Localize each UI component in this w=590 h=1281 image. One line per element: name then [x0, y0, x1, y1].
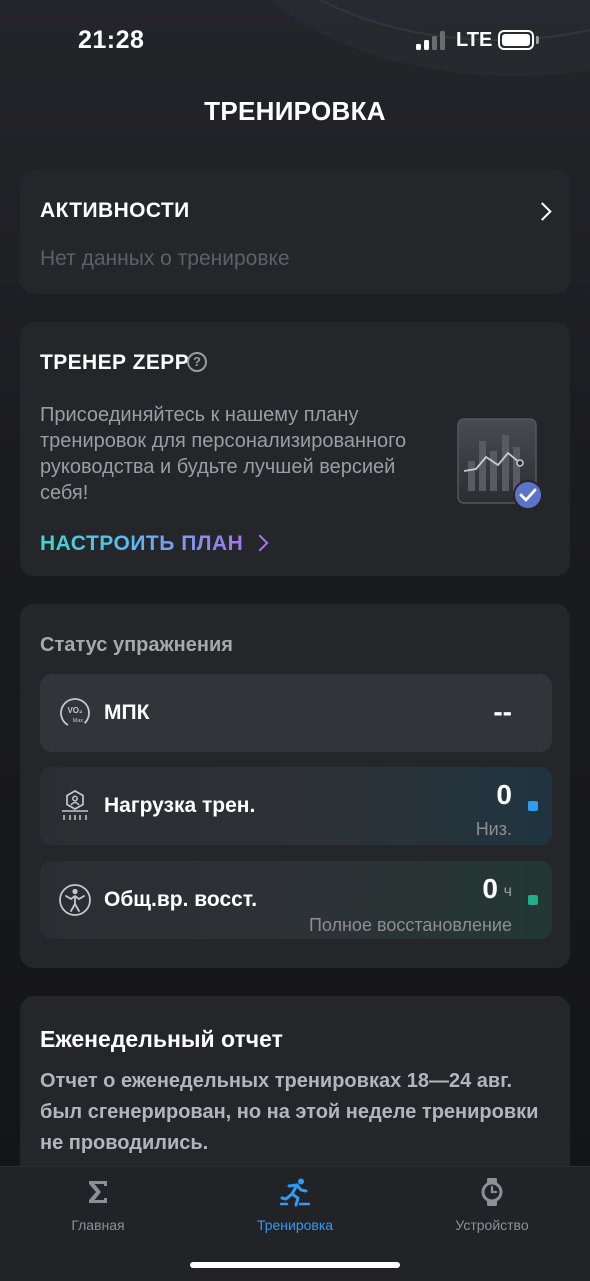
page-title: ТРЕНИРОВКА	[204, 96, 386, 126]
training-load-label: Нагрузка трен.	[104, 794, 256, 817]
activities-title: АКТИВНОСТИ	[40, 199, 190, 222]
activities-card[interactable]: АКТИВНОСТИ Нет данных о тренировке	[20, 170, 570, 294]
training-load-row[interactable]: Нагрузка трен. 0 Низ.	[40, 767, 552, 845]
weekly-report-title: Еженедельный отчет	[40, 1026, 283, 1052]
training-load-icon	[62, 790, 88, 820]
coach-card: ТРЕНЕР ZEPP ? Присоединяйтесь к нашему п…	[20, 322, 570, 576]
exercise-status-card: Статус упражнения VO₂ Max МПК -- Нагрузк…	[20, 604, 570, 968]
battery-icon	[498, 30, 534, 50]
svg-text:VO₂: VO₂	[67, 706, 83, 715]
exercise-status-title: Статус упражнения	[40, 634, 233, 656]
battery-cap	[536, 36, 539, 44]
tab-workout[interactable]: Тренировка	[197, 1167, 393, 1247]
training-load-value: 0	[496, 779, 512, 810]
activities-empty-text: Нет данных о тренировке	[40, 247, 290, 270]
tab-workout-label: Тренировка	[256, 1217, 334, 1233]
recovery-time-row[interactable]: Общ.вр. восст. 0 ч Полное восстановление	[40, 861, 552, 939]
training-load-level: Низ.	[475, 819, 512, 839]
coach-title: ТРЕНЕР ZEPP	[40, 351, 190, 374]
tab-device-label: Устройство	[455, 1217, 529, 1233]
setup-plan-button[interactable]: НАСТРОИТЬ ПЛАН	[40, 532, 269, 556]
recovery-time-label: Общ.вр. восст.	[104, 888, 258, 911]
chevron-right-icon	[533, 202, 552, 221]
vo2max-row[interactable]: VO₂ Max МПК --	[40, 674, 552, 752]
tab-device[interactable]: Устройство	[394, 1167, 590, 1247]
recovery-icon	[59, 884, 91, 916]
help-icon[interactable]: ?	[187, 352, 207, 372]
sigma-icon	[89, 1181, 107, 1203]
training-load-indicator	[528, 801, 538, 811]
network-type: LTE	[456, 29, 493, 51]
recovery-status-text: Полное восстановление	[308, 915, 512, 935]
training-plan-illustration-icon	[457, 418, 543, 509]
vo2max-value: --	[493, 696, 512, 727]
recovery-time-unit: ч	[503, 883, 512, 900]
chevron-right-icon	[251, 534, 269, 552]
recovery-indicator	[528, 895, 538, 905]
setup-plan-label: НАСТРОИТЬ ПЛАН	[40, 532, 244, 555]
signal-icon	[416, 31, 448, 50]
svg-text:Max: Max	[73, 718, 84, 724]
vo2max-label: МПК	[104, 701, 150, 724]
tab-home-label: Главная	[71, 1217, 125, 1233]
vo2max-icon: VO₂ Max	[60, 698, 90, 728]
home-indicator[interactable]	[190, 1262, 400, 1268]
weekly-report-text: Отчет о еженедельных тренировках 18—24 а…	[40, 1070, 539, 1154]
status-time: 21:28	[78, 26, 145, 54]
coach-description: Присоединяйтесь к нашему плану тренирово…	[40, 404, 407, 504]
recovery-time-value: 0	[482, 873, 498, 904]
watch-icon	[481, 1178, 503, 1206]
running-icon	[280, 1178, 310, 1207]
tab-home[interactable]: Главная	[0, 1167, 196, 1247]
